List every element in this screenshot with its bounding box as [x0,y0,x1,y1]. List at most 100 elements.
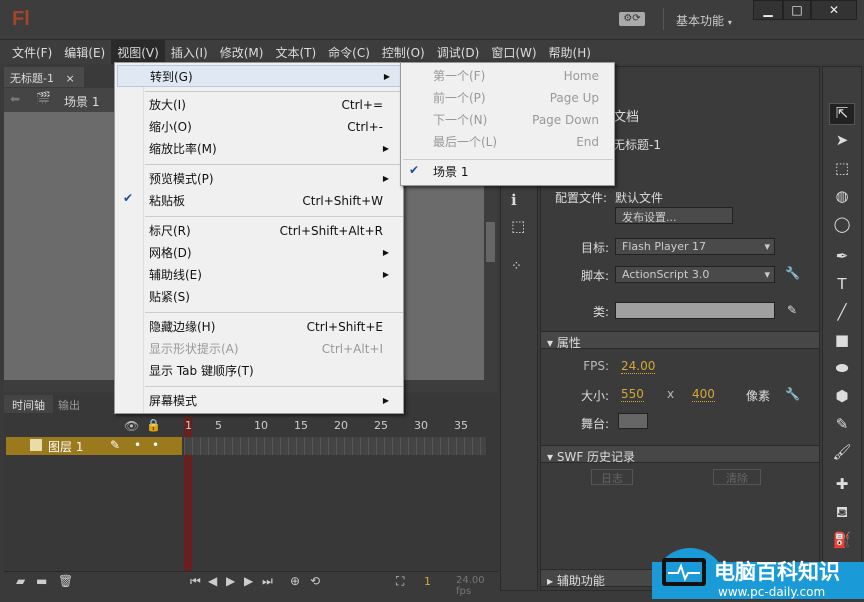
menu-item-rulers[interactable]: 标尺(R) Ctrl+Shift+Alt+R [149,220,399,242]
menu-window[interactable]: 窗口(W) [485,40,542,64]
layer-name[interactable]: 图层 1 [48,438,83,455]
menu-item-preview-mode[interactable]: 预览模式(P) ▶ [149,168,399,190]
publish-settings-button[interactable]: 发布设置... [615,207,733,224]
frame-ruler[interactable]: 1 5 10 15 20 25 30 35 [184,419,486,433]
frame-track[interactable] [184,437,486,455]
close-button[interactable]: ✕ [811,0,857,20]
menu-item-grid[interactable]: 网格(D) ▶ [149,242,399,264]
menu-control[interactable]: 控制(O) [376,40,431,64]
subselection-tool-icon[interactable]: ➤ [829,131,855,153]
visible-dot[interactable]: • [134,438,141,452]
menu-item-pasteboard[interactable]: 粘贴板 Ctrl+Shift+W [149,190,399,212]
menu-commands[interactable]: 命令(C) [322,40,376,64]
menu-item-label: 屏幕模式 [149,394,198,408]
maximize-button[interactable]: □ [783,0,811,20]
wrench-icon[interactable]: 🔧 [785,266,800,280]
menu-insert[interactable]: 插入(I) [165,40,214,64]
menu-item-snapping[interactable]: 贴紧(S) [149,286,399,308]
lock-icon[interactable]: 🔒 [146,418,161,432]
menu-modify[interactable]: 修改(M) [214,40,270,64]
layer-row[interactable]: 图层 1 ✎ • • [6,437,182,455]
document-tab[interactable]: 无标题-1 × [4,67,84,87]
fps-value[interactable]: 24.00 [621,359,656,374]
trash-icon[interactable]: 🗑 [58,574,73,588]
menu-item-screen-mode[interactable]: 屏幕模式 ▶ [149,390,399,412]
play-icon[interactable]: ▶ [226,574,235,588]
section-swf-history[interactable]: ▾ SWF 历史记录 [541,445,819,464]
menu-bar: 文件(F) 编辑(E) 视图(V) 插入(I) 修改(M) 文本(T) 命令(C… [0,40,864,64]
tab-output[interactable]: 输出 [50,395,88,413]
menu-item-zoom-in[interactable]: 放大(I) Ctrl+= [149,94,399,116]
ruler-tick: 5 [215,419,222,432]
class-input[interactable] [615,302,775,319]
step-back-icon[interactable]: ◀ [208,574,217,588]
info-icon[interactable]: ℹ [511,191,517,209]
submenu-item-scene-1[interactable]: 场景 1 [433,161,599,183]
stage-color-swatch[interactable] [618,413,648,429]
center-frame-icon[interactable]: ⊕ [290,574,300,588]
selection-tool-icon[interactable]: ⇱ [829,103,855,125]
paint-bucket-tool-icon[interactable]: ⛾ [829,503,855,525]
target-select[interactable]: Flash Player 17 ▾ [615,238,775,255]
bone-tool-icon[interactable]: ✚ [829,475,855,497]
brush-tool-icon[interactable]: 🖌 [829,443,855,465]
doc-name[interactable]: 无标题-1 [613,136,661,153]
tab-timeline[interactable]: 时间轴 [4,395,53,413]
ruler-tick: 10 [254,419,268,432]
lasso-tool-icon[interactable]: ◯ [829,215,855,237]
menu-view[interactable]: 视图(V) [111,40,165,64]
components-icon[interactable]: ⁘ [511,259,522,274]
workspace-switcher[interactable]: 基本功能 ▾ [676,12,732,29]
eye-icon[interactable]: 👁 [124,419,139,433]
text-tool-icon[interactable]: T [829,275,855,297]
unlocked-dot[interactable]: • [152,438,159,452]
3d-rotation-tool-icon[interactable]: ◍ [829,187,855,209]
pencil-tool-icon[interactable]: ✎ [829,415,855,437]
new-layer-icon[interactable]: ▰ [16,574,25,588]
gear-sync-icon[interactable]: ⚙⟳ [619,12,645,26]
document-tab-label: 无标题-1 [10,72,54,85]
menu-text[interactable]: 文本(T) [269,40,322,64]
pencil-icon[interactable]: ✎ [787,303,797,317]
rectangle-tool-icon[interactable]: ■ [829,331,855,353]
section-title: 辅助功能 [556,574,605,588]
fps-readout[interactable]: 24.00 fps [456,575,498,597]
polystar-tool-icon[interactable]: ⬢ [829,387,855,409]
clear-button[interactable]: 清除 [713,469,761,485]
edit-multiple-icon[interactable]: ⛶ [396,574,404,589]
oval-tool-icon[interactable]: ⬬ [829,359,855,381]
close-tab-icon[interactable]: × [65,72,74,85]
last-frame-icon[interactable]: ⏭ [262,574,273,589]
menu-item-goto[interactable]: 转到(G) ▶ [117,65,401,87]
minimize-button[interactable]: ▁ [753,0,783,20]
menu-item-zoom-out[interactable]: 缩小(O) Ctrl+- [149,116,399,138]
menu-item-guides[interactable]: 辅助线(E) ▶ [149,264,399,286]
menu-file[interactable]: 文件(F) [6,40,58,64]
wrench-icon[interactable]: 🔧 [785,387,800,401]
section-properties[interactable]: ▾ 属性 [541,331,819,350]
scene-label[interactable]: 场景 1 [64,93,99,110]
fps-label: FPS: [583,359,609,373]
menu-item-hide-edges[interactable]: 隐藏边缘(H) Ctrl+Shift+E [149,316,399,338]
submenu-arrow-icon: ▶ [382,396,389,405]
first-frame-icon[interactable]: ⏮ [190,574,201,589]
height-value[interactable]: 400 [692,387,715,402]
menu-item-magnification[interactable]: 缩放比率(M) ▶ [149,138,399,160]
width-value[interactable]: 550 [621,387,644,402]
menu-item-show-tab-order[interactable]: 显示 Tab 键顺序(T) [149,360,399,382]
menu-edit[interactable]: 编辑(E) [58,40,111,64]
log-button[interactable]: 日志 [591,469,633,485]
menu-help[interactable]: 帮助(H) [543,40,597,64]
transform-icon[interactable]: ⬚ [511,217,525,235]
line-tool-icon[interactable]: ╱ [829,303,855,325]
new-folder-icon[interactable]: ▬ [36,574,47,588]
current-frame[interactable]: 1 [424,575,431,588]
step-forward-icon[interactable]: ▶ [244,574,253,588]
back-arrow-icon[interactable]: ⬅ [10,92,20,106]
script-select[interactable]: ActionScript 3.0 ▾ [615,266,775,283]
free-transform-tool-icon[interactable]: ⬚ [829,159,855,181]
menu-debug[interactable]: 调试(D) [431,40,486,64]
menu-item-show-shape-hints: 显示形状提示(A) Ctrl+Alt+I [149,338,399,360]
pen-tool-icon[interactable]: ✒ [829,247,855,269]
loop-icon[interactable]: ⟲ [310,574,320,588]
